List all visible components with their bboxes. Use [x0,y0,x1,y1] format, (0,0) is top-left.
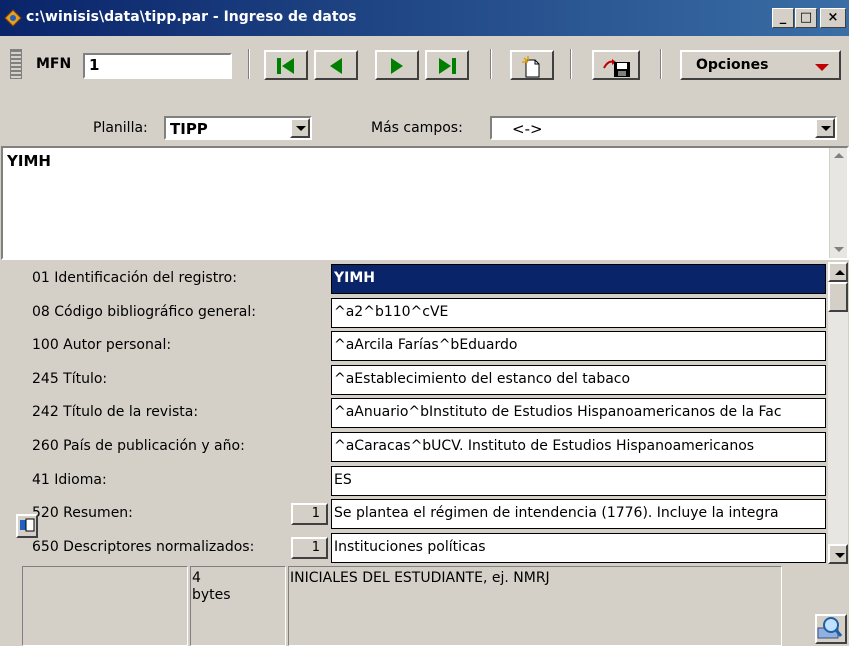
mfn-input[interactable]: 1 [83,53,232,79]
first-record-button[interactable] [264,50,308,80]
scroll-down-icon[interactable] [828,544,848,564]
field-label: 100 Autor personal: [32,337,172,354]
field-description: INICIALES DEL ESTUDIANTE, ej. NMRJ [290,570,550,586]
field-label: 41 Idioma: [32,471,107,488]
scrollbar-thumb[interactable] [828,282,848,312]
field-row: 242 Título de la revista: ^aAnuario^bInst… [0,396,826,430]
mas-campos-label: Más campos: [371,120,463,136]
app-icon [4,9,22,27]
first-record-icon [277,58,294,74]
next-record-button[interactable] [375,50,419,80]
field-row: 520 Resumen: 1 Se plantea el régimen de in… [0,497,826,531]
save-icon [603,59,630,77]
scroll-up-icon[interactable] [828,262,848,282]
field-value-input[interactable]: YIMH [331,264,826,294]
fields-scrollbar[interactable] [828,262,848,564]
save-record-button[interactable] [592,50,640,80]
field-occurrence-count[interactable]: 1 [291,503,328,526]
field-row: 01 Identificación del registro: YIMH [0,262,826,296]
field-value-input[interactable]: ^aEstablecimiento del estanco del tabaco [331,364,826,395]
field-value-input[interactable]: Se plantea el régimen de intendencia (17… [331,499,826,530]
field-label: 01 Identificación del registro: [32,270,237,286]
new-record-button[interactable] [510,50,554,80]
fields-grid: 01 Identificación del registro: YIMH 08 Có… [0,262,849,564]
attach-text-icon[interactable] [16,514,38,538]
toolbar: MFN 1 Opciones [0,36,849,110]
previous-record-icon [330,58,342,74]
scroll-up-icon[interactable] [830,148,848,165]
last-record-button[interactable] [425,50,469,80]
field-label: 245 Título: [32,370,108,387]
mas-campos-value: <-> [512,120,543,138]
text-file-icon [20,518,35,532]
close-button[interactable]: × [820,8,846,28]
mas-campos-select[interactable]: <-> [490,116,837,140]
planilla-value: TIPP [170,120,208,138]
magnifier-icon [817,617,843,639]
planilla-select[interactable]: TIPP [164,116,312,140]
field-label: 242 Título de la revista: [32,404,199,421]
next-record-icon [391,58,403,74]
field-label: 260 País de publicación y año: [32,438,245,454]
chevron-down-icon[interactable] [290,118,310,138]
field-row: 650 Descriptores normalizados: 1 Instituci… [0,531,826,565]
last-record-icon [439,58,456,74]
field-value-input[interactable]: ^a2^b110^cVE [331,297,826,328]
field-label: 08 Código bibliográfico general: [32,303,256,320]
scroll-down-icon[interactable] [830,241,848,258]
bytes-unit: bytes [192,587,231,603]
toolbar-separator [490,49,492,79]
field-row: 08 Código bibliográfico general: ^a2^b110… [0,296,826,330]
field-value-input[interactable]: ^aArcila Farías^bEduardo [331,331,826,362]
planilla-label: Planilla: [93,120,148,136]
field-row: 245 Título: ^aEstablecimiento del estanco… [0,363,826,397]
maximize-button[interactable]: □ [795,8,817,28]
field-value-input[interactable]: ^aCaracas^bUCV. Instituto de Estudios Hi… [331,432,826,462]
minimize-button[interactable]: _ [772,8,794,28]
field-label: 650 Descriptores normalizados: [32,538,255,555]
title-bar: c:\winisis\data\tipp.par - Ingreso de da… [0,0,849,36]
editor-scrollbar[interactable] [829,148,847,258]
field-value-input[interactable]: ES [331,465,826,496]
status-bar: 4 bytes INICIALES DEL ESTUDIANTE, ej. NM… [0,564,849,646]
toolbar-separator [248,49,250,79]
field-editor-text: YIMH [7,152,51,170]
chevron-down-icon[interactable] [815,118,835,138]
toolbar-separator [570,49,572,79]
field-row: 260 País de publicación y año: ^aCaracas^… [0,430,826,464]
mfn-label: MFN [36,56,72,72]
field-occurrence-count[interactable]: 1 [291,536,328,559]
new-document-icon [522,56,540,78]
toolbar-grip-icon[interactable] [10,49,22,79]
toolbar-separator [660,49,662,79]
opciones-dropdown[interactable]: Opciones [680,50,841,80]
field-editor[interactable]: YIMH [1,146,849,260]
field-row: 41 Idioma: ES [0,464,826,498]
previous-record-button[interactable] [314,50,358,80]
status-bytes: 4 bytes [192,570,231,604]
field-value-input[interactable]: Instituciones políticas [331,532,826,563]
window-title: c:\winisis\data\tipp.par - Ingreso de da… [26,9,357,25]
opciones-label: Opciones [696,57,769,73]
bytes-value: 4 [192,570,201,586]
chevron-down-icon [815,64,829,71]
field-row: 100 Autor personal: ^aArcila Farías^bEdua… [0,329,826,363]
field-value-input[interactable]: ^aAnuario^bInstituto de Estudios Hispano… [331,398,826,429]
search-button[interactable] [815,614,847,644]
status-cell-empty [22,566,188,646]
field-label: 520 Resumen: [32,505,133,522]
worksheet-row: Planilla: TIPP Más campos: <-> [0,110,849,146]
